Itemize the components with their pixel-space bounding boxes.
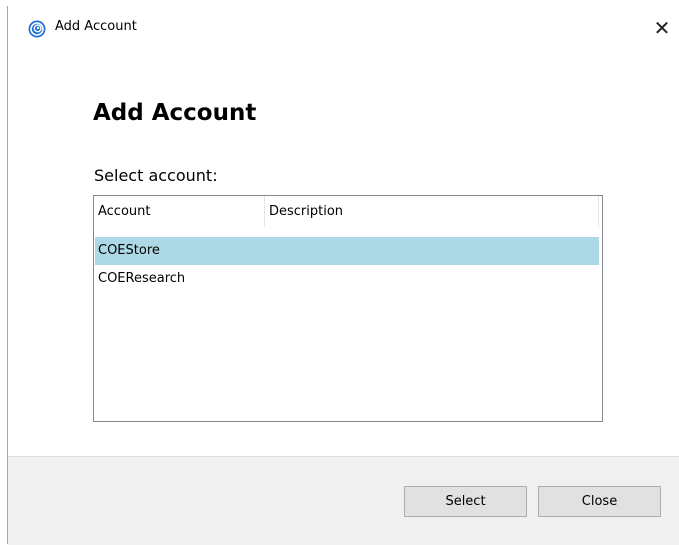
list-item-coeresearch[interactable]: COEResearch: [95, 265, 599, 293]
select-account-label: Select account:: [94, 166, 218, 185]
list-item-coestore[interactable]: COEStore: [95, 237, 599, 265]
window-title: Add Account: [55, 19, 137, 34]
select-button[interactable]: Select: [404, 486, 527, 517]
column-header-account[interactable]: Account: [94, 196, 265, 227]
close-button[interactable]: Close: [538, 486, 661, 517]
add-account-dialog: Add Account ✕ Add Account Select account…: [7, 6, 679, 545]
close-icon: ✕: [653, 16, 671, 40]
account-list[interactable]: Account Description COEStore COEResearch: [93, 195, 603, 422]
account-name: COEStore: [98, 243, 160, 258]
list-header: Account Description: [94, 196, 600, 228]
title-bar[interactable]: Add Account ✕: [8, 6, 679, 52]
dialog-footer: Select Close: [8, 456, 679, 545]
account-name: COEResearch: [98, 271, 186, 286]
close-window-button[interactable]: ✕: [644, 10, 679, 46]
page-heading: Add Account: [93, 100, 257, 126]
app-spiral-icon: [28, 20, 46, 38]
column-header-description[interactable]: Description: [265, 196, 599, 227]
